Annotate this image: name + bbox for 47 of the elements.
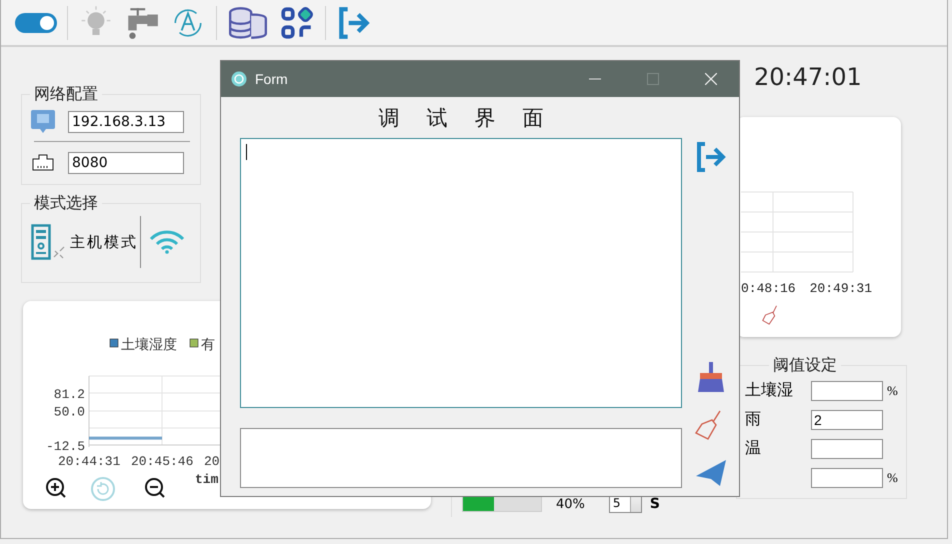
threshold-field[interactable] (811, 438, 883, 458)
exit-icon[interactable] (694, 140, 728, 174)
y-axis (88, 376, 90, 448)
threshold-label: 雨 (745, 410, 762, 430)
broken-link-icon (52, 245, 66, 259)
y-tick-label: 50.0 (54, 404, 85, 420)
y-tick-label: 81.2 (54, 387, 85, 402)
group-title: 模式选择 (33, 194, 99, 214)
mode-label[interactable]: 主机模式 (70, 232, 138, 252)
x-tick-label: 20:49:31 (810, 281, 872, 296)
legend-label: 土壤湿度 (121, 337, 177, 353)
toggle-switch[interactable] (15, 12, 57, 32)
legend-label: 有 (201, 337, 215, 353)
threshold-label: 温 (745, 439, 762, 459)
unit-label: % (887, 470, 898, 486)
exit-icon[interactable] (336, 4, 372, 40)
dialog-heading: 调试界面 (378, 105, 572, 132)
close-icon[interactable] (705, 73, 717, 85)
group-title: 网络配置 (33, 85, 99, 105)
threshold-field[interactable] (811, 468, 883, 488)
clock-time: 20:47:01 (754, 63, 863, 91)
x-tick-label: 20:44:31 (58, 454, 120, 469)
y-tick-label: -12.5 (46, 439, 85, 454)
send-text-area[interactable] (240, 428, 682, 488)
x-tick-label: 0:48:16 (741, 281, 796, 296)
port-field[interactable]: 8080 (68, 152, 184, 174)
x-tick-label: 20 (204, 454, 220, 469)
apps-icon[interactable] (279, 4, 315, 40)
unit-label: S (650, 496, 660, 512)
ip-icon (30, 109, 56, 135)
wifi-icon[interactable] (149, 230, 185, 254)
threshold-field[interactable]: 2 (811, 410, 883, 430)
x-axis-title: tim (195, 472, 218, 487)
progress-reading: 40% (556, 496, 585, 512)
zoom-in-icon[interactable] (46, 478, 66, 498)
group-title: 阈值设定 (772, 356, 838, 376)
x-tick-label: 20:45:46 (131, 454, 194, 469)
server-icon (30, 224, 52, 260)
window-title: Form (255, 71, 288, 87)
ip-address-field[interactable]: 192.168.3.13 (68, 111, 184, 133)
zoom-out-icon[interactable] (145, 478, 165, 498)
threshold-field[interactable] (811, 380, 883, 400)
unit-label: % (887, 382, 898, 398)
database-icon[interactable] (227, 4, 269, 40)
threshold-label: 土壤湿 (745, 380, 794, 401)
caret-icon (630, 496, 641, 512)
app-icon (231, 71, 247, 87)
